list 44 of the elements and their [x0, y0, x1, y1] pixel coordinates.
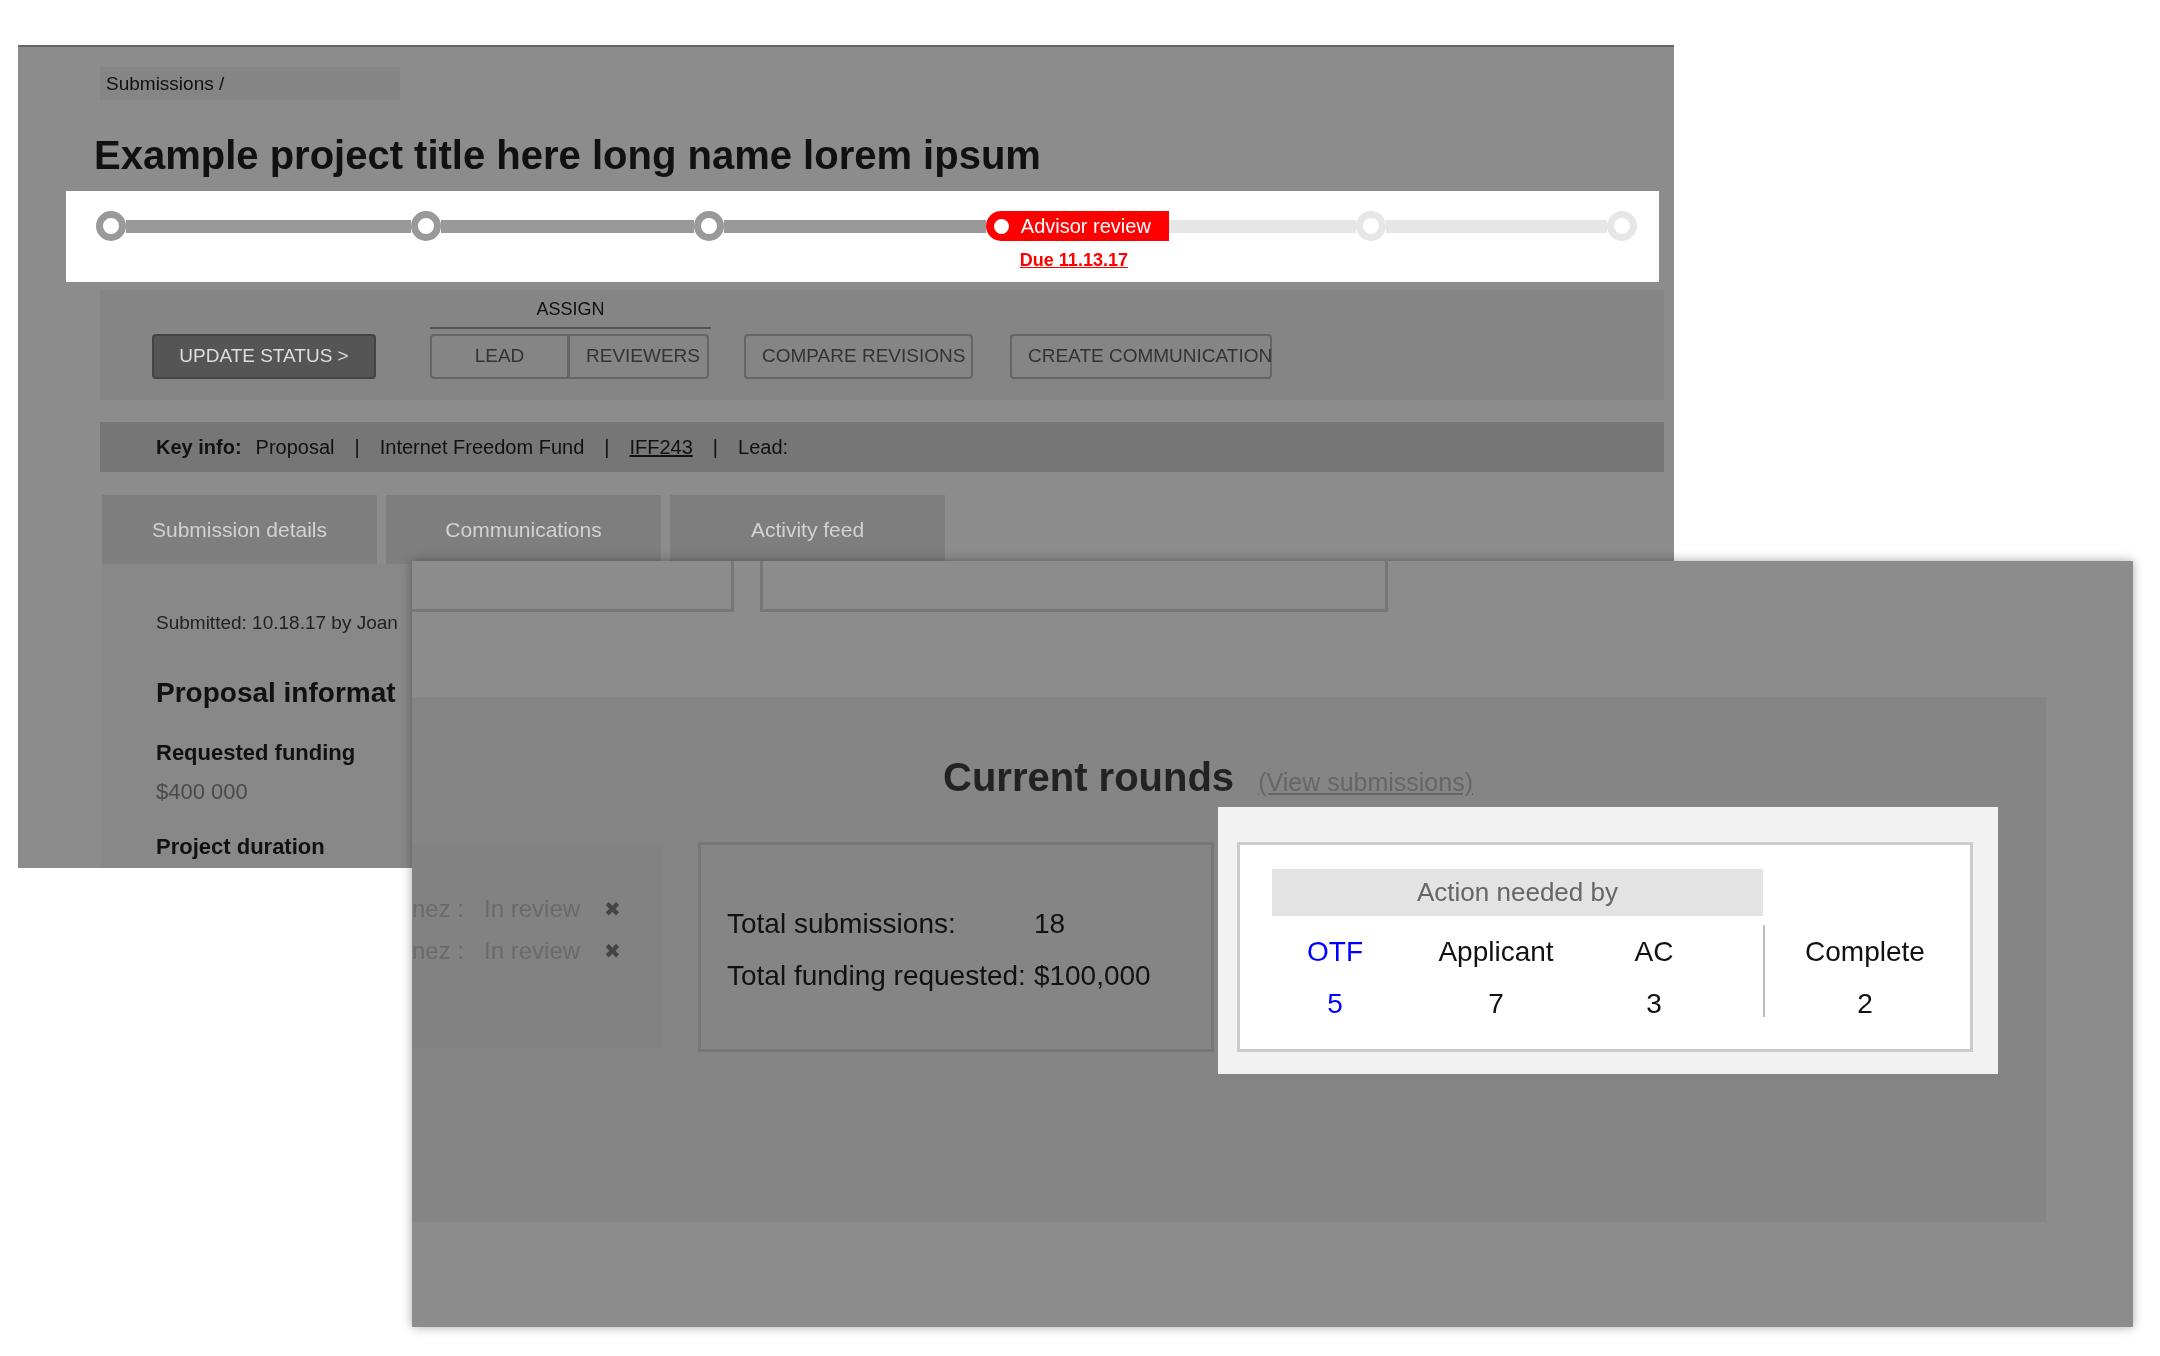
key-info-label: Key info: [156, 435, 242, 460]
tab[interactable]: Activity feed [670, 495, 945, 564]
assign-button[interactable]: LEAD [430, 334, 569, 379]
step-node[interactable] [96, 211, 126, 241]
submitted-text: Submitted: 10.18.17 by Joan [156, 611, 399, 635]
section-heading: Proposal informat [156, 675, 397, 710]
key-info-value: Proposal [255, 435, 335, 460]
tab[interactable]: Communications [386, 495, 661, 564]
separator: | [354, 435, 360, 460]
group-count: 3 [1645, 987, 1663, 1021]
field-value: $400 000 [156, 777, 248, 806]
tab[interactable]: Submission details [102, 495, 377, 564]
field-label: Project duration [156, 832, 326, 861]
remove-icon[interactable]: ✖ [604, 894, 622, 924]
key-info-link[interactable]: IFF243 [629, 432, 693, 462]
group-count: 5 [1326, 987, 1344, 1021]
group-count: 7 [1487, 987, 1505, 1021]
action-button[interactable]: CREATE COMMUNICATION [1010, 334, 1272, 379]
action-button[interactable]: COMPARE REVISIONS [744, 334, 973, 379]
group-label: OTF [1306, 935, 1364, 969]
complete-count: 2 [1856, 987, 1874, 1021]
field-label: Requested funding [156, 738, 357, 767]
remove-icon[interactable]: ✖ [604, 936, 622, 966]
step-node[interactable] [694, 211, 725, 241]
breadcrumb[interactable]: Submissions / [100, 67, 400, 100]
group-label: AC [1633, 935, 1675, 969]
complete-label: Complete [1804, 935, 1926, 969]
update-status-button[interactable]: UPDATE STATUS > [152, 334, 376, 379]
key-info-value: Lead: [738, 435, 789, 460]
action-needed-header: Action needed by [1272, 869, 1763, 916]
key-info-value: Internet Freedom Fund [379, 435, 585, 460]
total-value: 18 [1033, 907, 1067, 941]
total-label: Total submissions: [727, 907, 957, 941]
separator: | [604, 435, 610, 460]
total-value: $100,000 [1033, 959, 1151, 993]
rounds-heading: Current rounds [943, 754, 1235, 801]
due-date-link[interactable]: Due 11.13.17 [1019, 247, 1128, 274]
step-node[interactable] [411, 211, 442, 241]
group-label: Applicant [1437, 935, 1555, 969]
assign-label: ASSIGN [430, 296, 711, 329]
page-title: Example project title here long name lorem ipsum [94, 132, 1042, 179]
total-label: Total funding requested: [727, 959, 1026, 993]
separator: | [712, 435, 719, 460]
assign-button[interactable]: REVIEWERS [569, 334, 709, 379]
